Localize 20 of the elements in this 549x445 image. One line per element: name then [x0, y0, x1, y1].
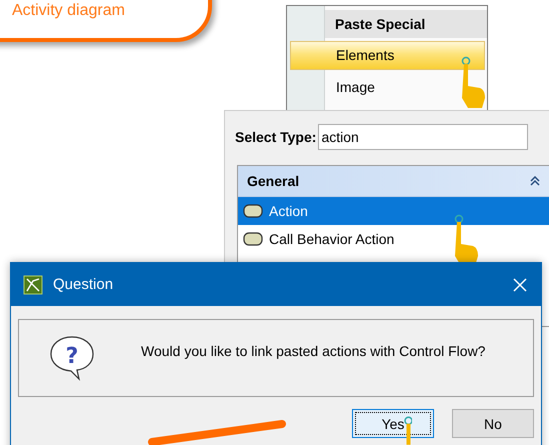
group-header[interactable]: General	[238, 166, 549, 197]
dialog-button[interactable]: No	[452, 409, 534, 438]
question-bubble-icon: ?	[49, 335, 95, 381]
list-item[interactable]: Action	[238, 197, 549, 225]
action-icon	[243, 204, 263, 218]
dialog-title: Question	[53, 276, 114, 293]
type-input-field[interactable]: action	[318, 124, 528, 150]
menu-title: Paste Special	[325, 10, 487, 38]
collapse-chevron-icon[interactable]	[530, 176, 540, 186]
action-icon	[243, 232, 263, 246]
close-icon[interactable]	[513, 278, 527, 292]
dialog-button[interactable]: Yes	[352, 409, 434, 438]
app-icon	[23, 274, 43, 294]
select-type-label: Select Type:	[235, 129, 316, 145]
dialog-message: Would you like to link pasted actions with Control Flow?	[141, 343, 486, 361]
hand-cursor-icon	[404, 416, 412, 445]
menu-item[interactable]: Elements	[290, 41, 485, 70]
callout-text: Activity diagram	[12, 2, 125, 20]
list-item[interactable]: Call Behavior Action	[238, 225, 549, 253]
hand-cursor-icon	[460, 56, 486, 110]
